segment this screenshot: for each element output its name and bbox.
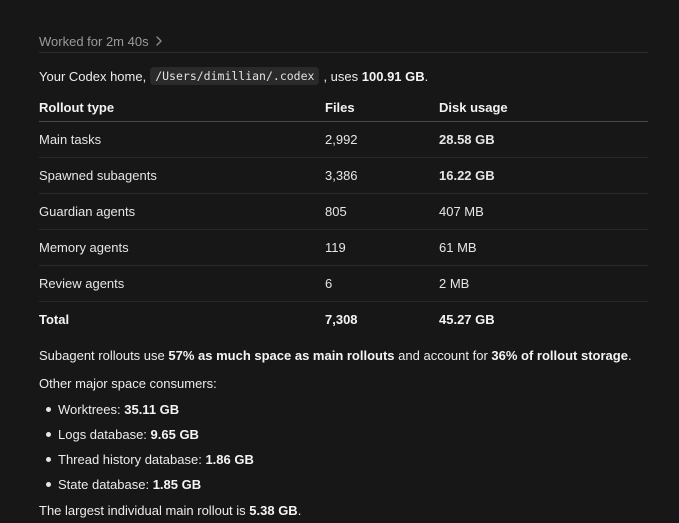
consumer-value: 1.85 GB	[152, 477, 202, 492]
summary-bold-1: 57% as much space as main rollouts	[168, 347, 395, 363]
header-disk-usage: Disk usage	[439, 94, 648, 122]
consumer-value: 9.65 GB	[150, 427, 199, 442]
cell-files: 6	[325, 265, 439, 302]
summary-bold-2: 36% of rollout storage	[491, 347, 628, 363]
table-row: Guardian agents 805 407 MB	[39, 193, 648, 230]
header-files: Files	[325, 94, 439, 122]
largest-suffix: .	[297, 502, 302, 518]
cell-type: Review agents	[39, 265, 325, 302]
cell-total-label: Total	[39, 312, 70, 327]
summary-part-1: Subagent rollouts use	[39, 347, 165, 363]
cell-disk: 2 MB	[439, 265, 648, 302]
cell-files: 805	[325, 193, 439, 230]
cell-type: Main tasks	[39, 121, 325, 158]
cell-files: 119	[325, 229, 439, 266]
largest-prefix: The largest individual main rollout is	[39, 502, 246, 518]
intro-prefix: Your Codex home,	[39, 68, 147, 84]
cell-files: 2,992	[325, 121, 439, 158]
largest-rollout-text: The largest individual main rollout is 5…	[39, 500, 301, 520]
header-rollout-type: Rollout type	[39, 94, 325, 122]
cell-total-disk: 45.27 GB	[439, 312, 495, 327]
consumer-value: 1.86 GB	[205, 452, 254, 467]
cell-disk: 28.58 GB	[439, 121, 648, 158]
summary-part-2: and account for	[398, 347, 488, 363]
codex-home-path: /Users/dimillian/.codex	[150, 67, 320, 85]
cell-total-files: 7,308	[325, 312, 358, 327]
consumers-list: Worktrees: 35.11 GB Logs database: 9.65 …	[39, 397, 254, 497]
worked-duration-label: Worked for 2m 40s	[39, 33, 149, 49]
intro-total-size: 100.91 GB	[361, 68, 425, 84]
table-row: Memory agents 119 61 MB	[39, 229, 648, 266]
table-row: Review agents 6 2 MB	[39, 265, 648, 302]
intro-text: Your Codex home, /Users/dimillian/.codex…	[39, 66, 428, 86]
table-header-row: Rollout type Files Disk usage	[39, 94, 648, 122]
cell-disk: 16.22 GB	[439, 157, 648, 194]
bullet-icon	[46, 432, 51, 437]
intro-middle: , uses	[323, 68, 359, 84]
cell-type: Guardian agents	[39, 193, 325, 230]
subagent-summary: Subagent rollouts use 57% as much space …	[39, 345, 632, 365]
chevron-right-icon	[155, 36, 165, 46]
table-row: Spawned subagents 3,386 16.22 GB	[39, 157, 648, 194]
list-item: Thread history database: 1.86 GB	[39, 447, 254, 472]
consumer-label: Worktrees:	[58, 402, 121, 417]
rollout-table: Rollout type Files Disk usage Main tasks…	[39, 94, 648, 337]
worked-duration-toggle[interactable]: Worked for 2m 40s	[39, 31, 165, 51]
cell-files: 3,386	[325, 157, 439, 194]
cell-disk: 61 MB	[439, 229, 648, 266]
consumer-label: Logs database:	[58, 427, 147, 442]
consumer-value: 35.11 GB	[124, 402, 180, 417]
list-item: Worktrees: 35.11 GB	[39, 397, 254, 422]
bullet-icon	[46, 457, 51, 462]
list-item: Logs database: 9.65 GB	[39, 422, 254, 447]
other-consumers-heading: Other major space consumers:	[39, 375, 217, 391]
cell-disk: 407 MB	[439, 193, 648, 230]
bullet-icon	[46, 482, 51, 487]
summary-part-3: .	[627, 347, 632, 363]
consumer-label: State database:	[58, 477, 150, 492]
intro-suffix: .	[424, 68, 429, 84]
consumer-label: Thread history database:	[58, 452, 202, 467]
largest-value: 5.38 GB	[249, 502, 298, 518]
bullet-icon	[46, 407, 51, 412]
cell-type: Spawned subagents	[39, 157, 325, 194]
divider	[39, 52, 648, 53]
list-item: State database: 1.85 GB	[39, 472, 254, 497]
table-total-row: Total 7,308 45.27 GB	[39, 302, 648, 338]
table-row: Main tasks 2,992 28.58 GB	[39, 121, 648, 158]
cell-type: Memory agents	[39, 229, 325, 266]
